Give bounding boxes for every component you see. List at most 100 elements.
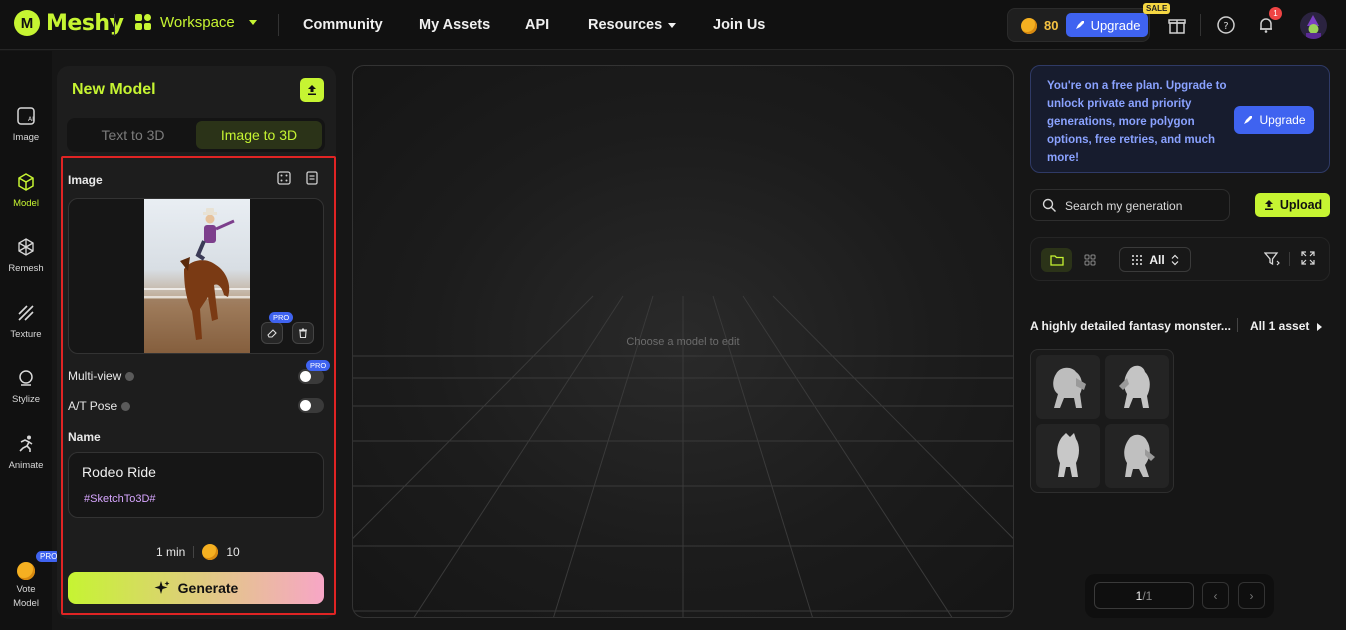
search-input[interactable]: Search my generation <box>1030 189 1230 221</box>
sale-badge: SALE <box>1143 3 1171 14</box>
sidebar-item-label: Texture <box>10 329 42 340</box>
page-indicator[interactable]: 1/1 <box>1094 582 1194 609</box>
page-current: 1 <box>1135 588 1143 603</box>
upgrade-promo: You're on a free plan. Upgrade to unlock… <box>1030 65 1330 173</box>
panel-title: New Model <box>72 81 156 98</box>
monster-model-icon <box>1119 365 1150 408</box>
expand-icon[interactable] <box>1301 251 1315 265</box>
generation-meta: 1 min 10 <box>156 544 240 560</box>
info-icon[interactable] <box>125 372 135 382</box>
promo-text: You're on a free plan. Upgrade to unlock… <box>1047 80 1227 164</box>
nav-api[interactable]: API <box>525 17 549 33</box>
sidebar-item-label: Remesh <box>8 263 44 274</box>
divider <box>1289 252 1290 266</box>
coin-icon <box>1021 18 1037 34</box>
model-thumbnail[interactable] <box>1105 424 1169 488</box>
logo-text: Meshy <box>46 10 124 36</box>
rodeo-photo <box>144 199 250 353</box>
tab-text-to-3d[interactable]: Text to 3D <box>70 121 196 149</box>
sidebar-item-image[interactable]: AI Image <box>0 106 52 143</box>
sidebar-item-texture[interactable]: Texture <box>0 303 52 340</box>
document-icon[interactable] <box>304 170 320 186</box>
promo-upgrade-label: Upgrade <box>1259 113 1306 127</box>
divider <box>114 14 115 36</box>
sidebar-item-animate[interactable]: Animate <box>0 434 52 471</box>
sidebar-item-remesh[interactable]: Remesh <box>0 237 52 274</box>
divider <box>1200 14 1201 36</box>
folder-view-button[interactable] <box>1041 248 1072 272</box>
divider <box>193 546 195 558</box>
nav-community[interactable]: Community <box>303 17 383 33</box>
asset-filter-select[interactable]: All <box>1119 247 1191 272</box>
workspace-dropdown[interactable]: Workspace <box>134 13 257 31</box>
eraser-button[interactable] <box>261 322 283 344</box>
promo-upgrade-button[interactable]: Upgrade <box>1234 106 1314 134</box>
stylize-icon <box>19 370 33 386</box>
name-value: Rodeo Ride <box>82 464 156 480</box>
upload-button[interactable] <box>300 78 324 102</box>
sidebar-item-stylize[interactable]: Stylize <box>0 368 52 405</box>
delete-image-button[interactable] <box>292 322 314 344</box>
model-thumbnail[interactable] <box>1105 355 1169 419</box>
remesh-icon <box>18 238 34 256</box>
grid-icon <box>1084 254 1095 266</box>
multiview-text: Multi-view <box>68 369 122 383</box>
model-thumbnail[interactable] <box>1036 355 1100 419</box>
running-icon <box>19 435 33 452</box>
chevron-right-icon: › <box>1249 588 1254 603</box>
sidebar-item-model[interactable]: Model <box>0 172 52 209</box>
name-hashtag: #SketchTo3D# <box>84 493 156 505</box>
monster-model-icon <box>1053 367 1086 408</box>
info-icon[interactable] <box>121 402 131 412</box>
sparkle-icon <box>154 581 170 594</box>
pagination: 1/1 ‹ › <box>1085 574 1274 618</box>
meshy-logo[interactable]: M Meshy <box>14 10 124 36</box>
time-estimate: 1 min <box>156 545 186 559</box>
trash-icon <box>299 328 307 339</box>
divider <box>1237 318 1238 332</box>
ai-image-icon: AI <box>17 107 35 125</box>
dice-icon[interactable] <box>276 170 292 186</box>
model-thumbnail[interactable] <box>1036 424 1100 488</box>
upload-icon <box>1264 200 1273 210</box>
gift-icon[interactable] <box>1167 15 1187 35</box>
nav-resources[interactable]: Resources <box>588 17 677 33</box>
tab-image-to-3d[interactable]: Image to 3D <box>196 121 322 149</box>
workspace-label: Workspace <box>160 13 235 31</box>
nav-join-us[interactable]: Join Us <box>713 17 765 33</box>
asset-count-link[interactable]: All 1 asset <box>1250 319 1322 333</box>
cube-icon <box>18 173 34 191</box>
3d-viewport[interactable]: Choose a model to edit <box>352 65 1014 618</box>
atpose-toggle[interactable] <box>298 398 324 413</box>
image-preview[interactable]: PRO <box>68 198 324 354</box>
chevron-right-icon <box>1316 322 1322 331</box>
help-icon[interactable]: ? <box>1216 15 1236 35</box>
multiview-label: Multi-view <box>68 369 135 383</box>
generate-label: Generate <box>177 580 239 596</box>
eraser-icon <box>267 329 277 338</box>
generate-button[interactable]: Generate <box>68 572 324 604</box>
filter-icon[interactable] <box>1264 251 1280 267</box>
next-page-button[interactable]: › <box>1238 582 1265 609</box>
nav-my-assets[interactable]: My Assets <box>419 17 490 33</box>
upgrade-button[interactable]: Upgrade <box>1066 13 1148 37</box>
sidebar-item-label: Stylize <box>12 394 40 405</box>
coin-icon <box>17 562 35 580</box>
coin-icon <box>202 544 219 560</box>
credit-cost: 10 <box>226 545 240 559</box>
top-bar: M Meshy Workspace Community My Assets AP… <box>0 0 1346 50</box>
grid-view-button[interactable] <box>1074 248 1105 272</box>
folder-icon <box>1049 255 1064 266</box>
nav-resources-label: Resources <box>588 17 663 33</box>
left-sidebar: AI Image Model Remesh Texture Stylize An… <box>0 51 52 630</box>
generation-group-title[interactable]: A highly detailed fantasy monster... <box>1030 319 1231 333</box>
prev-page-button[interactable]: ‹ <box>1202 582 1229 609</box>
asset-count-label: All 1 asset <box>1250 319 1310 333</box>
sidebar-item-label: Vote <box>16 584 36 595</box>
upload-model-button[interactable]: Upload <box>1255 193 1330 217</box>
sidebar-item-vote-model[interactable]: Vote Model <box>0 562 52 609</box>
name-input[interactable]: Rodeo Ride #SketchTo3D# <box>68 452 324 518</box>
dots-grid-icon <box>1132 254 1143 265</box>
multiview-toggle[interactable] <box>298 369 324 384</box>
avatar[interactable] <box>1300 12 1327 39</box>
